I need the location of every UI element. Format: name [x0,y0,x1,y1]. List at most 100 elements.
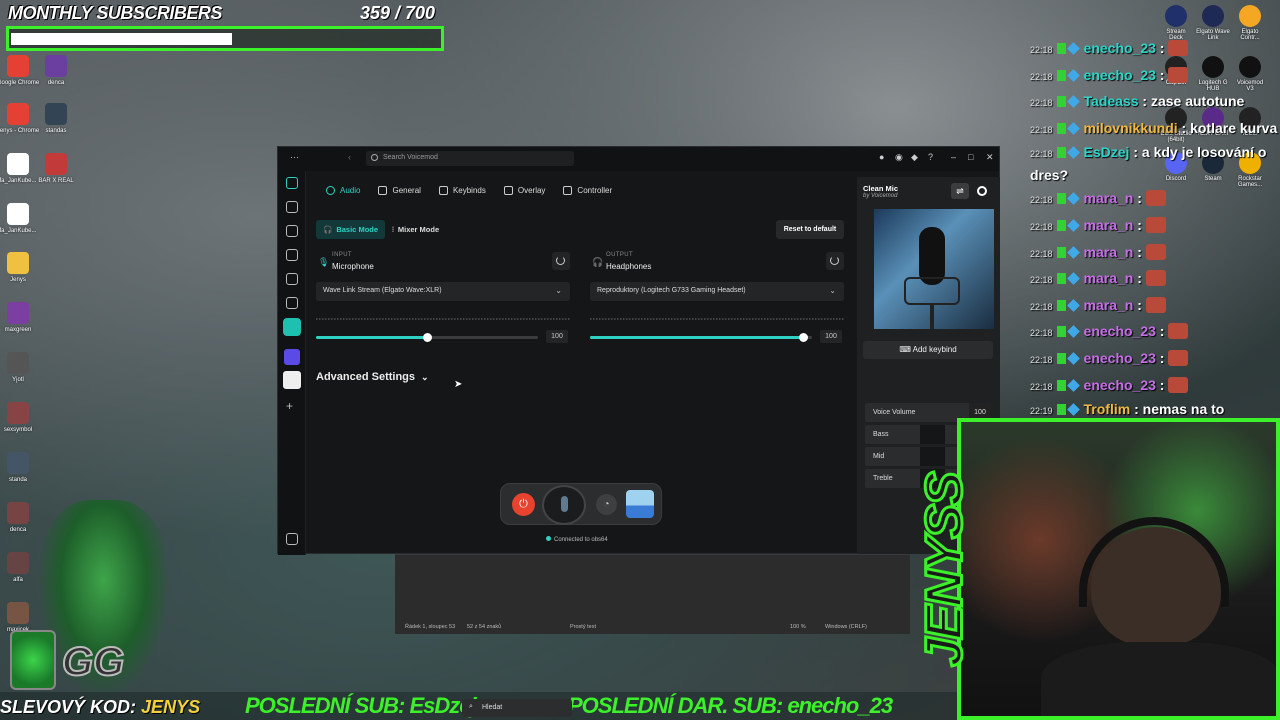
minimize-icon[interactable]: – [951,152,956,162]
input-device-select[interactable]: Wave Link Stream (Elgato Wave:XLR) ⌄ [316,282,570,301]
taskbar-search[interactable]: ⌕ Hledat [462,699,572,717]
chat-username[interactable]: Tadeass [1084,93,1139,109]
menu-icon[interactable]: ··· [290,152,299,162]
output-volume-value[interactable]: 100 [820,330,842,343]
chat-username[interactable]: mara_n [1084,190,1134,206]
desktop-icon[interactable]: Jenys [0,252,48,283]
maximize-icon[interactable]: □ [968,152,973,162]
soundboard-icon[interactable] [286,249,298,261]
voicemod-logo-icon[interactable] [286,177,298,189]
desktop-icon[interactable]: fa_JanKube... [0,203,48,234]
app-icon [7,203,29,225]
chat-username[interactable]: enecho_23 [1084,40,1156,56]
chat-username[interactable]: enecho_23 [1084,67,1156,83]
chat-username[interactable]: enecho_23 [1084,377,1156,393]
avatar-button[interactable] [626,490,654,518]
chat-username[interactable]: milovnikkundi [1084,120,1178,136]
output-device-select[interactable]: Reproduktory (Logitech G733 Gaming Heads… [590,282,844,301]
output-volume-slider[interactable] [590,333,812,342]
char-count: 52 z 54 znaků [467,624,502,630]
app-icon [45,55,67,77]
app-icon[interactable] [284,349,300,365]
output-label: OUTPUT [606,252,634,258]
voice-changer-icon[interactable] [286,225,298,237]
input-volume-slider[interactable] [316,333,538,342]
chat-username[interactable]: enecho_23 [1084,323,1156,339]
headphones-icon: 🎧 [323,225,333,234]
tab-audio[interactable]: Audio [326,186,360,195]
back-icon[interactable]: ‹ [348,152,351,162]
close-icon[interactable]: ✕ [986,152,994,163]
sub-badge-icon [1066,42,1080,55]
sub-badge-icon [1066,68,1080,82]
chat-username[interactable]: EsDzej [1084,144,1130,160]
chat-text: : [1155,349,1165,366]
add-keybind-button[interactable]: ⌨ Add keybind [863,341,993,359]
input-level-meter [316,318,570,320]
kick-badge-icon [1056,299,1066,311]
add-icon[interactable]: + [286,400,298,413]
notepad-window[interactable]: Řádek 1, sloupec 53 52 z 54 znaků Prostý… [395,554,910,634]
tab-keybinds[interactable]: Keybinds [438,186,486,195]
tab-overlay[interactable]: Overlay [503,186,545,195]
kick-badge-icon [1056,326,1066,338]
desktop-icon[interactable]: BAR X REAL [26,153,86,184]
advanced-settings-toggle[interactable]: Advanced Settings ⌄ [316,371,429,383]
hear-myself-button[interactable]: ◔ [596,494,617,515]
zoom-level[interactable]: 100 % [790,624,806,630]
bell-icon[interactable] [286,273,298,285]
status-dot-icon [546,536,551,541]
chat-time: 22:18 [1030,328,1053,339]
mixer-mode-button[interactable]: ⫶ Mixer Mode [385,220,446,239]
chat-username[interactable]: mara_n [1084,217,1134,233]
chat-username[interactable]: mara_n [1084,297,1134,313]
input-refresh-button[interactable] [552,252,570,270]
mic-toggle-button[interactable] [542,485,586,525]
desktop-icon[interactable]: denca [26,55,86,86]
chat-text: : [1155,66,1165,83]
chat-username[interactable]: mara_n [1084,270,1134,286]
tab-general[interactable]: General [378,186,421,195]
input-volume-knob[interactable] [423,333,432,342]
sub-badge-icon [1066,121,1080,135]
input-volume-value[interactable]: 100 [546,330,568,343]
bell-icon[interactable]: ● [879,152,884,162]
discord-icon[interactable]: ◉ [895,152,903,163]
tab-label: General [392,186,421,195]
voice-param-label: Treble [873,475,893,482]
desktop-icon[interactable]: sexsymbol [0,402,48,433]
chat-username[interactable]: enecho_23 [1084,350,1156,366]
microphone-icon[interactable] [286,201,298,213]
search-input[interactable]: Search Voicemod [366,151,574,166]
reset-button[interactable]: Reset to default [776,220,844,239]
chat-username[interactable]: Troflim [1084,401,1131,417]
output-volume-knob[interactable] [799,333,809,342]
kick-badge-icon [1056,273,1066,285]
tab-controller[interactable]: Controller [563,186,612,195]
desktop-icon[interactable]: denca [0,502,48,533]
voice-settings-button[interactable]: ⇌ [951,183,969,199]
favorite-icon[interactable] [977,186,987,196]
power-button[interactable]: ⏻ [512,493,535,516]
store-icon[interactable] [286,297,298,309]
output-refresh-button[interactable] [826,252,844,270]
desktop-icon[interactable]: standas [26,103,86,134]
help-icon[interactable]: ? [928,152,933,162]
search-placeholder: Search Voicemod [383,154,438,161]
desktop-icon[interactable]: Yjotl [0,352,48,383]
desktop-icon-label: fa_JanKube... [0,228,37,234]
avatar-icon[interactable] [283,371,301,389]
desktop-icon[interactable]: standa [0,452,48,483]
chat-username[interactable]: mara_n [1084,244,1134,260]
desktop-icon[interactable]: maxgreen [0,302,48,333]
chat-time: 22:18 [1030,275,1053,286]
settings-icon[interactable] [283,318,301,336]
output-level-meter [590,318,844,320]
basic-mode-button[interactable]: 🎧 Basic Mode [316,220,386,239]
app-icon [7,302,29,324]
chat-time: 22:18 [1030,45,1053,55]
voicemod-window[interactable]: ··· ‹ Search Voicemod ● ◉ ◆ ? – □ ✕ + Au… [277,146,1000,555]
user-icon[interactable] [286,533,298,545]
booster-jar-icon [10,630,56,690]
diamond-icon[interactable]: ◆ [911,152,918,163]
